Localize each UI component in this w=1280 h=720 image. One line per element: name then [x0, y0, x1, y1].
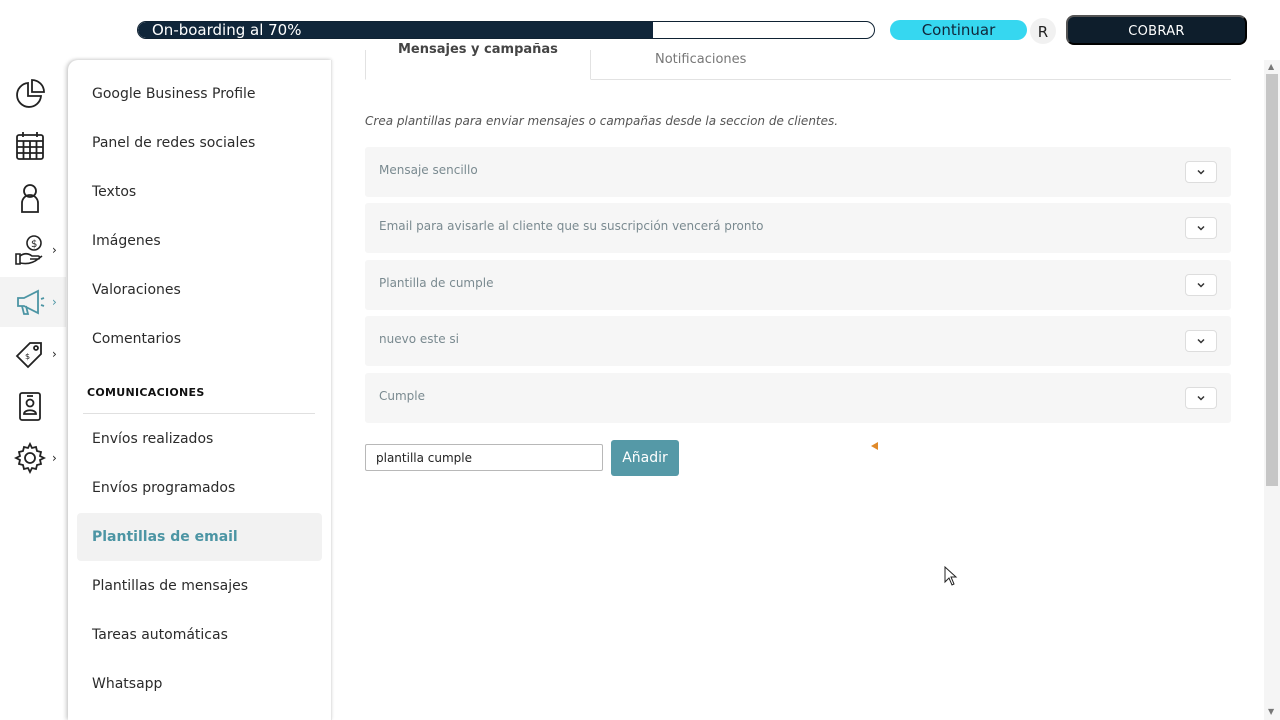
top-bar: On-boarding al 70% Continuar R COBRAR — [0, 0, 1280, 60]
continue-button[interactable]: Continuar — [890, 20, 1027, 40]
sidebar-item-email-templates[interactable]: Plantillas de email — [92, 529, 238, 545]
chevron-right-icon: › — [52, 451, 57, 465]
gear-icon — [14, 442, 46, 474]
sidebar-item-comments[interactable]: Comentarios — [92, 331, 181, 347]
megaphone-icon — [17, 289, 45, 315]
expand-button[interactable] — [1185, 217, 1217, 239]
sidebar-item-message-templates[interactable]: Plantillas de mensajes — [92, 578, 248, 594]
chevron-right-icon: › — [52, 295, 57, 309]
onboarding-progress-label: On-boarding al 70% — [152, 21, 302, 39]
sidebar-item-reviews[interactable]: Valoraciones — [92, 282, 181, 298]
rail-item-products[interactable]: $ › — [0, 329, 66, 379]
svg-text:$: $ — [31, 239, 37, 250]
sidebar-divider — [83, 413, 315, 414]
orange-marker-icon — [871, 442, 878, 450]
scroll-down-arrow-icon[interactable]: ▼ — [1268, 707, 1274, 716]
sidebar-item-whatsapp[interactable]: Whatsapp — [92, 676, 162, 692]
tab-messages-campaigns[interactable]: Mensajes y campañas — [365, 42, 591, 80]
new-template-name-input[interactable] — [365, 444, 603, 471]
contact-card-icon — [19, 392, 41, 421]
sidebar: Google Business Profile Panel de redes s… — [68, 60, 332, 720]
template-title: Email para avisarle al cliente que su su… — [379, 219, 764, 233]
template-title: Mensaje sencillo — [379, 163, 478, 177]
sidebar-item-automatic-tasks[interactable]: Tareas automáticas — [92, 627, 228, 643]
rail-item-calendar[interactable] — [0, 121, 66, 171]
rail-item-marketing[interactable]: › — [0, 277, 66, 327]
sidebar-item-social-panel[interactable]: Panel de redes sociales — [92, 135, 255, 151]
rail-item-dashboard[interactable] — [0, 69, 66, 119]
template-accordion-item[interactable]: Mensaje sencillo — [365, 147, 1231, 197]
template-accordion-item[interactable]: Email para avisarle al cliente que su su… — [365, 203, 1231, 253]
chevron-right-icon: › — [52, 243, 57, 257]
expand-button[interactable] — [1185, 330, 1217, 352]
expand-button[interactable] — [1185, 161, 1217, 183]
tab-notifications[interactable]: Notificaciones — [655, 52, 746, 67]
rail-item-settings[interactable]: › — [0, 433, 66, 483]
scroll-up-arrow-icon[interactable]: ▲ — [1268, 62, 1274, 71]
tags-icon: $ — [15, 342, 42, 369]
tab-label: Mensajes y campañas — [398, 42, 558, 57]
rail-item-staff[interactable] — [0, 381, 66, 431]
sidebar-item-sent[interactable]: Envíos realizados — [92, 431, 213, 447]
template-accordion-item[interactable]: Plantilla de cumple — [365, 260, 1231, 310]
page-scrollbar[interactable]: ▲ ▼ — [1264, 60, 1280, 720]
chevron-down-icon — [1197, 225, 1205, 231]
template-accordion-item[interactable]: nuevo este si — [365, 316, 1231, 366]
chevron-down-icon — [1197, 169, 1205, 175]
tab-bar: Mensajes y campañas Notificaciones — [365, 42, 1231, 80]
icon-rail: $ › › $ › › — [0, 60, 66, 720]
svg-text:$: $ — [25, 352, 30, 361]
rail-item-payments[interactable]: $ › — [0, 225, 66, 275]
chevron-down-icon — [1197, 338, 1205, 344]
template-accordion-item[interactable]: Cumple — [365, 373, 1231, 423]
expand-button[interactable] — [1185, 387, 1217, 409]
user-icon — [21, 184, 39, 213]
chevron-down-icon — [1197, 395, 1205, 401]
sidebar-item-images[interactable]: Imágenes — [92, 233, 161, 249]
chevron-right-icon: › — [52, 347, 57, 361]
sidebar-item-google-business-profile[interactable]: Google Business Profile — [92, 86, 256, 102]
onboarding-progress-bar: On-boarding al 70% — [137, 21, 875, 39]
add-template-button[interactable]: Añadir — [611, 440, 679, 476]
chart-pie-icon — [16, 79, 45, 108]
main-content: Mensajes y campañas Notificaciones Crea … — [333, 42, 1263, 720]
money-hand-icon: $ — [15, 235, 43, 265]
rail-item-clients[interactable] — [0, 173, 66, 223]
scrollbar-thumb[interactable] — [1266, 74, 1278, 486]
sidebar-item-scheduled[interactable]: Envíos programados — [92, 480, 235, 496]
template-title: nuevo este si — [379, 332, 459, 346]
template-title: Cumple — [379, 389, 426, 403]
chevron-down-icon — [1197, 282, 1205, 288]
sidebar-section-title: COMUNICACIONES — [87, 386, 205, 399]
mouse-cursor-icon — [944, 566, 958, 586]
user-avatar[interactable]: R — [1030, 18, 1056, 44]
page-description: Crea plantillas para enviar mensajes o c… — [365, 114, 839, 128]
sidebar-item-texts[interactable]: Textos — [92, 184, 136, 200]
expand-button[interactable] — [1185, 274, 1217, 296]
template-title: Plantilla de cumple — [379, 276, 494, 290]
charge-button[interactable]: COBRAR — [1066, 15, 1247, 45]
calendar-icon — [16, 132, 44, 160]
